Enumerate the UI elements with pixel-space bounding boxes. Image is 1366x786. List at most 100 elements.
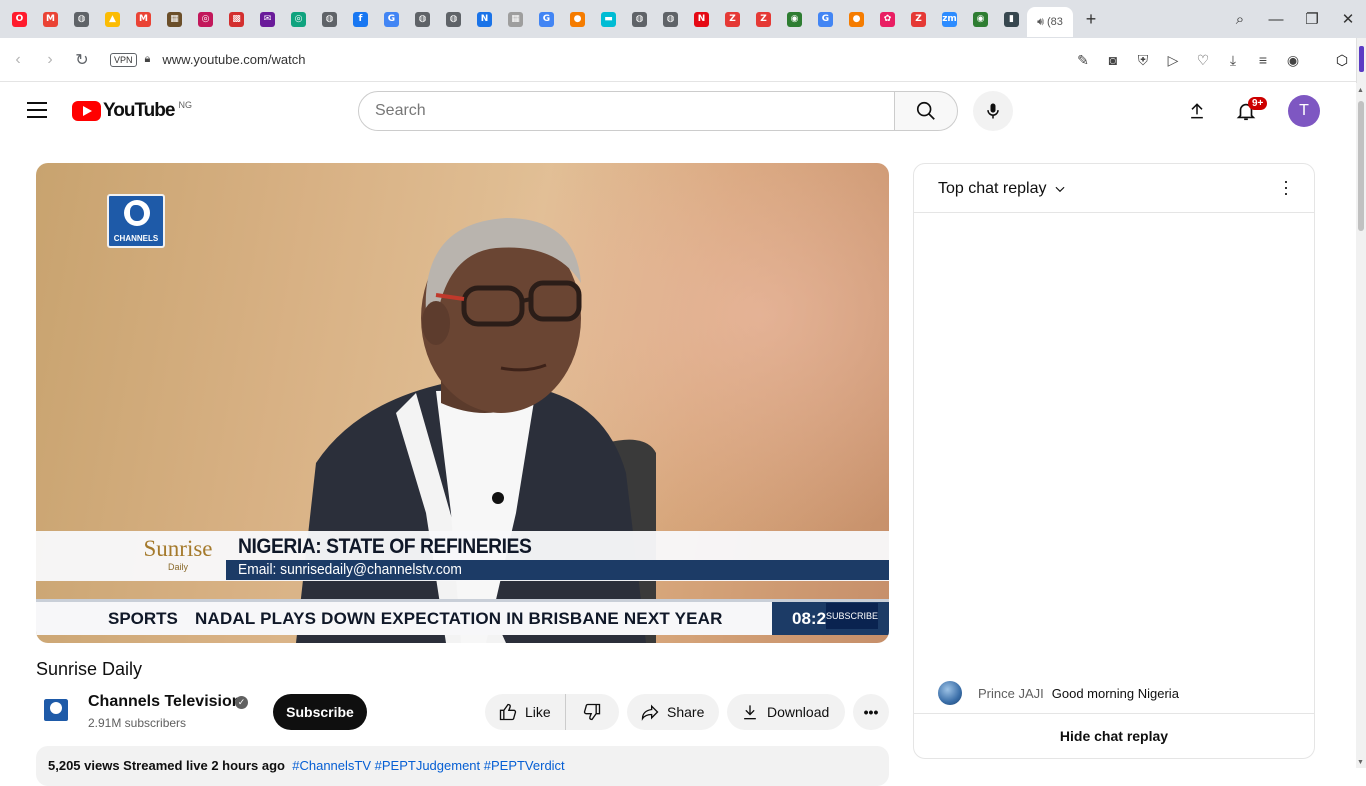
menu-icon[interactable] [27,102,47,118]
orange-icon: ● [849,11,864,27]
menu-lines-icon[interactable]: ≡ [1250,52,1276,68]
chat-author-avatar[interactable] [938,681,962,705]
upload-icon [1191,103,1203,119]
browser-tab[interactable]: M [35,5,66,33]
browser-tab[interactable]: Z [717,5,748,33]
globe-icon: ◍ [663,11,678,27]
browser-tab[interactable]: ✉ [252,5,283,33]
subscriber-count: 2.91M subscribers [88,716,187,730]
browser-tab[interactable]: ◉ [779,5,810,33]
voice-search-button[interactable] [973,91,1013,131]
chat-mode-dropdown[interactable]: Top chat replay [938,180,1067,198]
cube-icon[interactable]: ⬡ [1330,48,1354,72]
share-button[interactable]: Share [627,694,719,730]
browser-tab[interactable]: ◍ [438,5,469,33]
n-icon: N [477,11,492,27]
description-box[interactable]: 5,205 views Streamed live 2 hours ago #C… [36,746,889,786]
ticker-label: SPORTS [108,609,178,628]
site-icon: ▩ [229,11,244,27]
search-tabs-icon[interactable]: ⌕ [1222,11,1258,28]
close-window-button[interactable]: ✕ [1330,10,1366,28]
lock-icon[interactable]: 🔒︎ [145,53,151,66]
more-actions-button[interactable]: ••• [853,694,889,730]
channel-avatar[interactable] [40,695,72,727]
browser-tab[interactable]: ◉ [965,5,996,33]
mail-icon: ✉ [260,11,275,27]
chat-more-icon[interactable]: · · · [1280,172,1292,202]
browser-tab[interactable]: ▮ [996,5,1027,33]
vpn-badge[interactable]: VPN [110,52,137,67]
profile-icon[interactable]: ◉ [1280,52,1306,69]
address-bar[interactable]: www.youtube.com/watch [162,52,305,67]
subscribe-button[interactable]: Subscribe [273,694,367,730]
restore-button[interactable]: ❐ [1294,10,1330,28]
page-scrollbar[interactable]: ▲ ▼ [1356,83,1366,768]
gmail-icon: M [43,11,58,27]
chat-text: Good morning Nigeria [1051,685,1179,701]
browser-tab[interactable]: ◎ [283,5,314,33]
browser-tab[interactable]: ▩ [221,5,252,33]
like-button[interactable]: Like [485,694,566,730]
channel-name[interactable]: Channels Television [88,693,242,711]
upload-button[interactable] [1185,99,1209,123]
edit-icon[interactable]: ✎ [1070,52,1096,69]
gmail-icon: M [136,11,151,27]
browser-tab[interactable]: ▬ [593,5,624,33]
browser-tab[interactable]: ▲ [97,5,128,33]
thumbs-up-icon [497,701,519,723]
account-avatar[interactable]: T [1288,95,1320,127]
browser-tab[interactable]: G [376,5,407,33]
description-tags[interactable]: #ChannelsTV #PEPTJudgement #PEPTVerdict [292,758,564,773]
browser-tab[interactable]: N [469,5,500,33]
browser-tab[interactable]: ◍ [66,5,97,33]
browser-tab[interactable]: ◍ [314,5,345,33]
browser-tab[interactable]: M [128,5,159,33]
browser-tab[interactable]: ▦ [500,5,531,33]
browser-tab[interactable]: N [686,5,717,33]
browser-tab[interactable]: ✿ [872,5,903,33]
browser-tab[interactable]: ◍ [407,5,438,33]
browser-tab[interactable]: zm [934,5,965,33]
browser-tab[interactable]: G [531,5,562,33]
scrollbar-thumb[interactable] [1358,101,1364,231]
like-label: Like [525,704,551,720]
browser-tab[interactable]: Z [903,5,934,33]
camera-icon[interactable]: ◙ [1100,52,1126,68]
browser-tab[interactable]: O [4,5,35,33]
browser-tab[interactable]: ◍ [655,5,686,33]
browser-tab[interactable]: ● [841,5,872,33]
download-button[interactable]: Download [727,694,845,730]
browser-tab[interactable]: ◎ [190,5,221,33]
scroll-up-icon[interactable]: ▲ [1357,87,1364,94]
search-input[interactable]: Search [358,91,895,131]
minimize-button[interactable]: — [1258,11,1294,28]
chat-author[interactable]: Prince JAJI [978,686,1044,701]
dislike-button[interactable] [566,694,618,730]
video-player[interactable]: CHANNELS Sunrise Daily NIGERIA: STATE OF… [36,163,889,643]
browser-tab[interactable]: ● [562,5,593,33]
heart-icon[interactable]: ♡ [1190,52,1216,69]
search-button[interactable] [894,91,958,131]
ticker-text: NADAL PLAYS DOWN EXPECTATION IN BRISBANE… [195,609,723,628]
speaker-icon[interactable]: 🔊︎ [1037,16,1044,29]
browser-toolbar: ‹ › ↻ VPN 🔒︎ www.youtube.com/watch ✎ ◙ ⛨… [0,38,1366,82]
browser-tab[interactable]: G [810,5,841,33]
back-button[interactable]: ‹ [2,51,34,69]
reload-button[interactable]: ↻ [66,50,98,70]
download-icon [739,701,761,723]
browser-tab[interactable]: ◍ [624,5,655,33]
active-tab[interactable]: 🔊︎ (83 [1027,7,1073,37]
scroll-down-icon[interactable]: ▼ [1357,759,1364,766]
browser-tab[interactable]: ▦ [159,5,190,33]
play-icon[interactable]: ▷ [1160,52,1186,69]
forward-button[interactable]: › [34,51,66,69]
browser-tab[interactable]: f [345,5,376,33]
subscribe-watermark[interactable]: SUBSCRIBE [826,603,878,629]
new-tab-button[interactable]: + [1079,7,1103,31]
download-icon[interactable]: ⤓ [1220,52,1246,69]
youtube-logo[interactable]: YouTube NG [72,100,192,122]
browser-tab[interactable]: Z [748,5,779,33]
verified-icon: ✓ [235,696,248,709]
shield-icon[interactable]: ⛨ [1130,52,1156,69]
hide-chat-button[interactable]: Hide chat replay [914,713,1314,758]
